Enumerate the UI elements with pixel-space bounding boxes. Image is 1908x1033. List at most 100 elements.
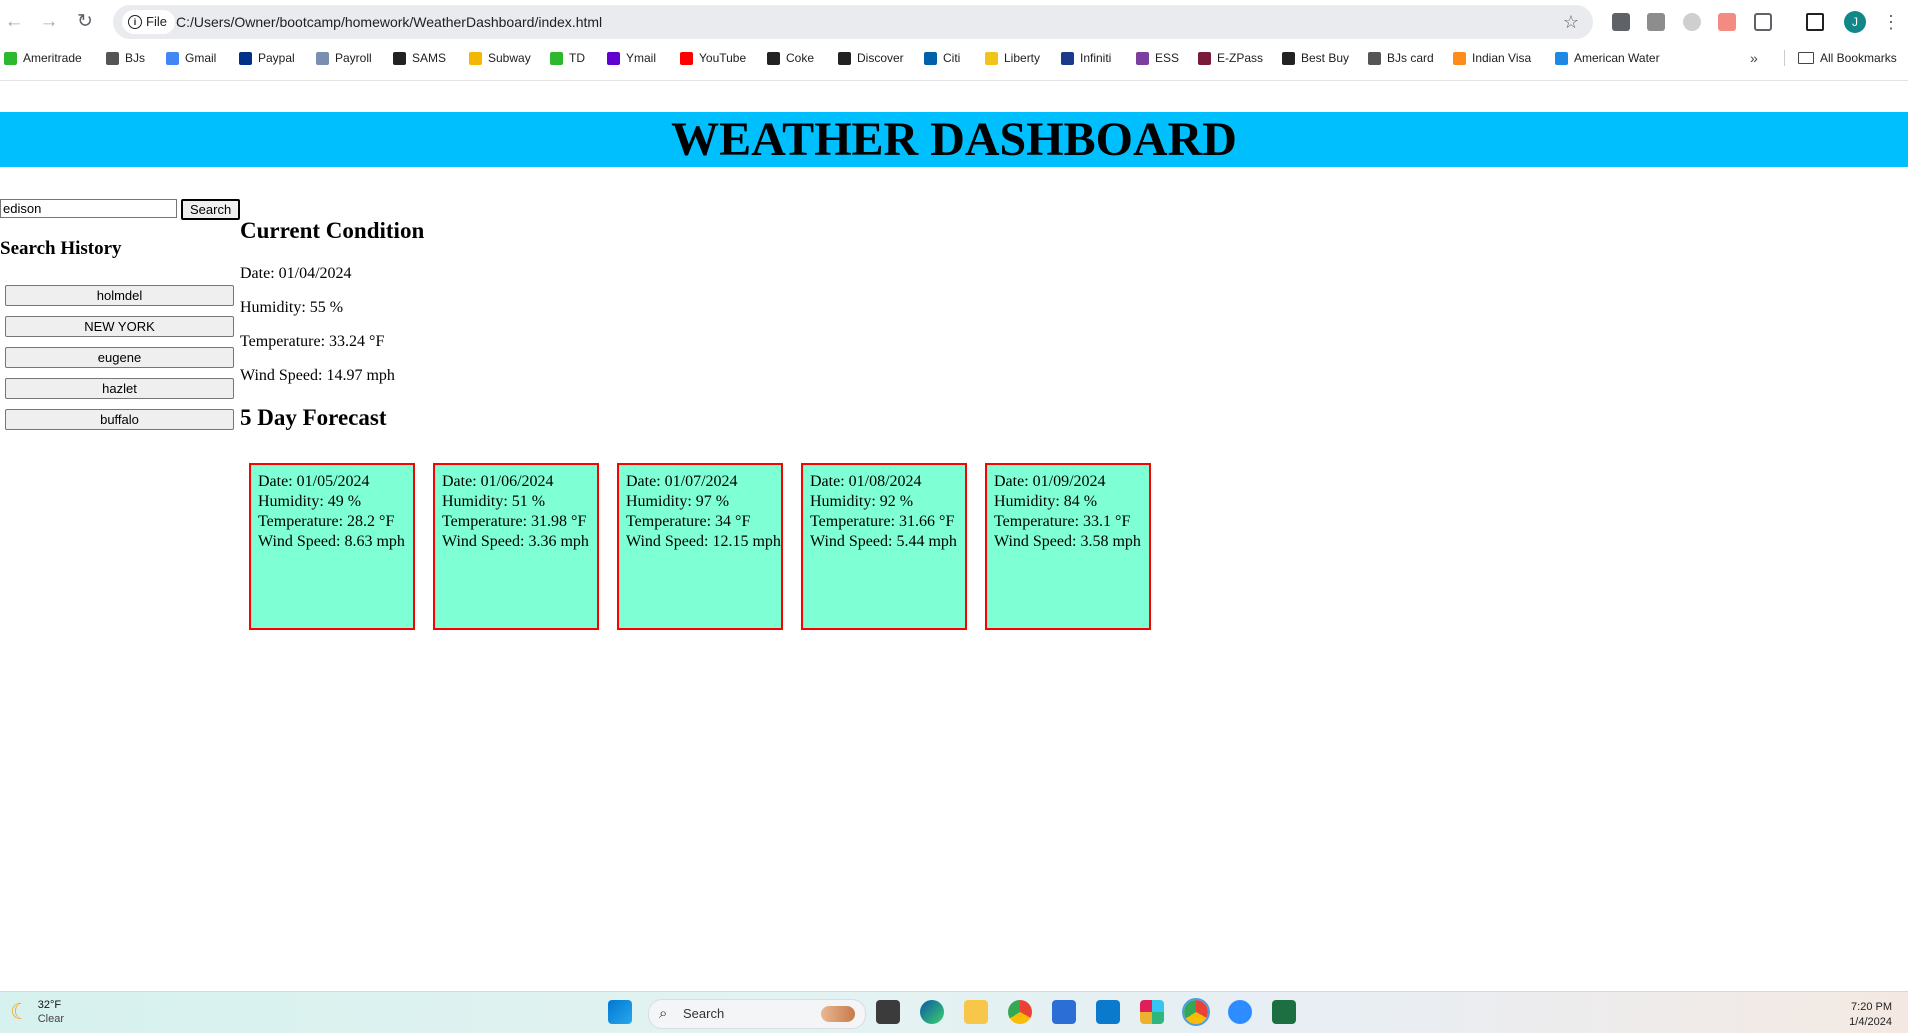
forecast-wind-speed: Wind Speed: 8.63 mph (258, 533, 405, 550)
forecast-card: Date: 01/06/2024 Humidity: 51 % Temperat… (433, 463, 599, 630)
side-panel-icon[interactable] (1806, 13, 1824, 31)
file-explorer-icon[interactable] (964, 1000, 988, 1024)
forecast-card: Date: 01/07/2024 Humidity: 97 % Temperat… (617, 463, 783, 630)
bookmark-item[interactable]: E-ZPass (1198, 47, 1263, 69)
forecast-wind-speed: Wind Speed: 3.36 mph (442, 533, 589, 550)
bookmark-label: Gmail (185, 51, 217, 65)
excel-icon[interactable] (1272, 1000, 1296, 1024)
bookmark-favicon-icon (239, 51, 252, 65)
forecast-humidity: Humidity: 84 % (994, 493, 1098, 510)
bookmark-favicon-icon (550, 51, 563, 65)
extension-icon[interactable] (1718, 13, 1736, 31)
extension-icon[interactable] (1683, 13, 1701, 31)
bookmark-item[interactable]: SAMS (393, 47, 446, 69)
bookmark-label: YouTube (699, 51, 747, 65)
history-item-button[interactable]: hazlet (5, 378, 234, 399)
address-bar[interactable]: i File C:/Users/Owner/bootcamp/homework/… (113, 5, 1593, 39)
history-item-button[interactable]: NEW YORK (5, 316, 234, 337)
bookmark-favicon-icon (469, 51, 482, 65)
bookmark-label: American Water (1574, 51, 1660, 65)
system-clock[interactable]: 7:20 PM 1/4/2024 (1849, 1000, 1892, 1030)
current-humidity: Humidity: 55 % (240, 299, 344, 316)
history-item-button[interactable]: eugene (5, 347, 234, 368)
site-info-chip[interactable]: i File (122, 10, 175, 34)
reload-icon[interactable]: ↻ (71, 8, 99, 36)
forecast-wind-speed: Wind Speed: 3.58 mph (994, 533, 1141, 550)
extensions-puzzle-icon[interactable] (1754, 13, 1772, 31)
history-item-button[interactable]: buffalo (5, 409, 234, 430)
forecast-date: Date: 01/05/2024 (258, 473, 370, 490)
bookmark-star-icon[interactable]: ☆ (1563, 5, 1579, 39)
bookmark-item[interactable]: Liberty (985, 47, 1040, 69)
zoom-icon[interactable] (1228, 1000, 1252, 1024)
bookmark-item[interactable]: Indian Visa (1453, 47, 1531, 69)
weather-widget-temp: 32°F (37, 999, 62, 1011)
search-highlight-icon (821, 1006, 855, 1022)
bookmark-label: BJs card (1387, 51, 1434, 65)
search-button[interactable]: Search (181, 199, 241, 220)
bookmark-favicon-icon (985, 51, 998, 65)
bookmark-item[interactable]: Coke (767, 47, 814, 69)
bookmark-label: ESS (1155, 51, 1180, 65)
forecast-humidity: Humidity: 97 % (626, 493, 730, 510)
bookmark-item[interactable]: Ymail (607, 47, 656, 69)
bookmark-item[interactable]: Payroll (316, 47, 372, 69)
city-search-input[interactable] (0, 199, 177, 218)
forward-arrow-icon[interactable]: → (35, 8, 63, 36)
bookmarks-overflow-icon[interactable]: » (1750, 47, 1758, 69)
bookmark-favicon-icon (680, 51, 693, 65)
bookmark-item[interactable]: Best Buy (1282, 47, 1349, 69)
bookmark-item[interactable]: YouTube (680, 47, 746, 69)
bookmark-favicon-icon (1198, 51, 1211, 65)
bookmark-label: Citi (943, 51, 961, 65)
extension-icon[interactable] (1612, 13, 1630, 31)
back-arrow-icon[interactable]: ← (0, 8, 28, 36)
clock-date: 1/4/2024 (1849, 1016, 1892, 1028)
extension-icon[interactable] (1647, 13, 1665, 31)
bookmark-item[interactable]: Gmail (166, 47, 216, 69)
forecast-card: Date: 01/05/2024 Humidity: 49 % Temperat… (249, 463, 415, 630)
current-condition-title: Current Condition (240, 218, 425, 243)
bookmark-item[interactable]: TD (550, 47, 585, 69)
forecast-temperature: Temperature: 34 °F (626, 513, 751, 530)
bookmark-label: SAMS (412, 51, 447, 65)
bookmark-item[interactable]: Subway (469, 47, 531, 69)
weather-widget[interactable]: ☾ 32°F Clear (10, 998, 64, 1026)
weather-widget-condition: Clear (37, 1013, 65, 1025)
chrome-active-icon[interactable] (1182, 998, 1210, 1026)
bookmark-item[interactable]: American Water (1555, 47, 1660, 69)
bookmark-label: Paypal (258, 51, 295, 65)
bookmark-label: E-ZPass (1217, 51, 1264, 65)
forecast-title: 5 Day Forecast (240, 405, 387, 430)
task-view-icon[interactable] (876, 1000, 900, 1024)
all-bookmarks-button[interactable]: All Bookmarks (1798, 47, 1897, 69)
bookmark-label: Discover (857, 51, 904, 65)
vscode-icon[interactable] (1096, 1000, 1120, 1024)
store-icon[interactable] (1052, 1000, 1076, 1024)
folder-icon (1798, 52, 1814, 64)
profile-avatar[interactable]: J (1844, 11, 1866, 33)
bookmark-label: TD (569, 51, 585, 65)
bookmark-item[interactable]: Paypal (239, 47, 295, 69)
page-title: WEATHER DASHBOARD (671, 113, 1237, 166)
windows-start-icon[interactable] (608, 1000, 632, 1024)
bookmark-item[interactable]: Citi (924, 47, 960, 69)
forecast-wind-speed: Wind Speed: 12.15 mph (626, 533, 781, 550)
bookmark-item[interactable]: BJs card (1368, 47, 1434, 69)
search-icon: ⌕ (659, 1005, 668, 1022)
url-text[interactable]: C:/Users/Owner/bootcamp/homework/Weather… (176, 5, 602, 39)
menu-kebab-icon[interactable]: ⋮ (1882, 8, 1900, 36)
history-item-button[interactable]: holmdel (5, 285, 234, 306)
bookmark-favicon-icon (4, 51, 17, 65)
bookmark-item[interactable]: Ameritrade (4, 47, 82, 69)
bookmark-item[interactable]: ESS (1136, 47, 1179, 69)
taskbar-search-box[interactable]: ⌕ Search (648, 999, 866, 1029)
slack-icon[interactable] (1140, 1000, 1164, 1024)
bookmark-item[interactable]: Infiniti (1061, 47, 1111, 69)
windows-taskbar: ☾ 32°F Clear ⌕ Search 7:20 PM 1/4/2024 (0, 991, 1908, 1033)
bookmark-favicon-icon (393, 51, 406, 65)
bookmark-item[interactable]: Discover (838, 47, 904, 69)
bookmark-item[interactable]: BJs (106, 47, 145, 69)
edge-browser-icon[interactable] (920, 1000, 944, 1024)
chrome-icon[interactable] (1008, 1000, 1032, 1024)
